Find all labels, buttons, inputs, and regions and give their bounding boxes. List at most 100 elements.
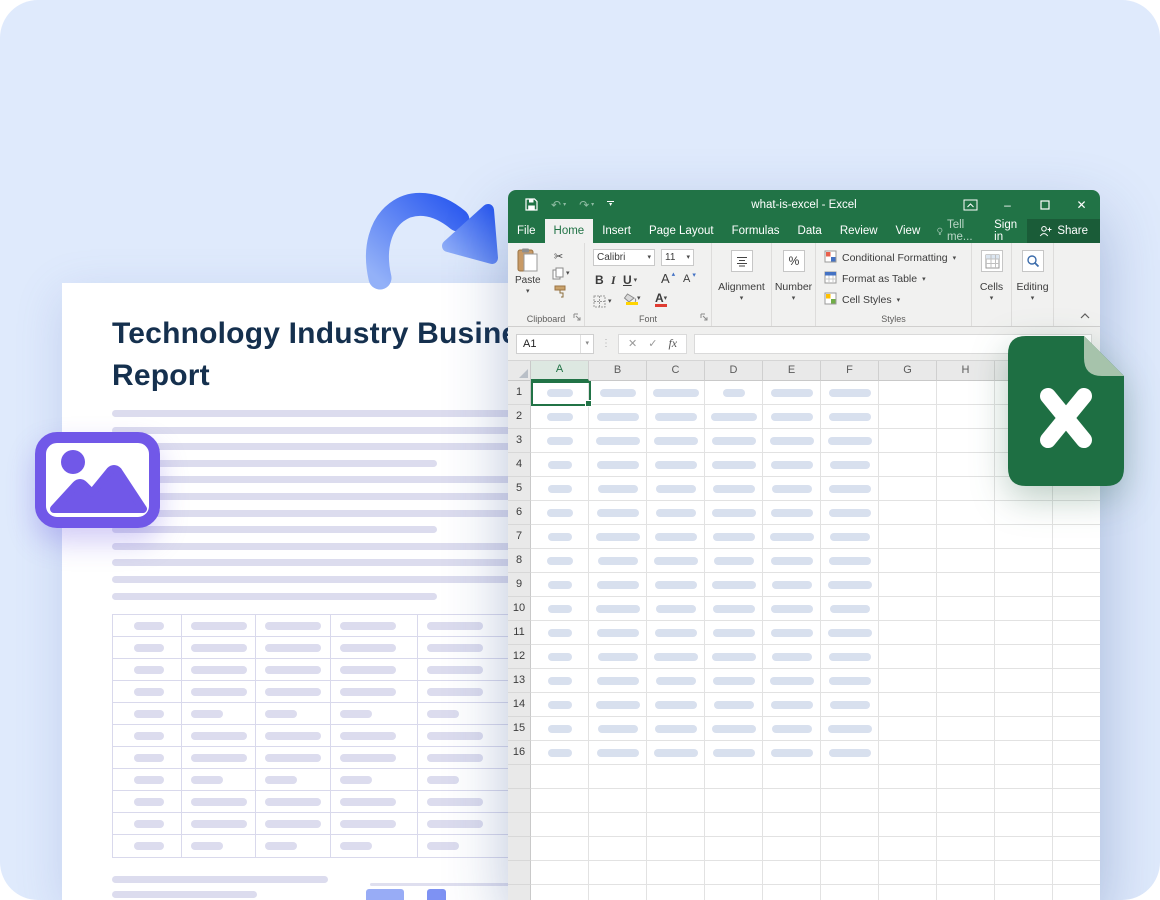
row-header-22[interactable] <box>508 885 531 900</box>
cell-D2[interactable] <box>705 405 763 429</box>
tab-home[interactable]: Home <box>545 219 594 243</box>
row-header-13[interactable]: 13 <box>508 669 531 693</box>
cell-E21[interactable] <box>763 861 821 885</box>
cell-A3[interactable] <box>531 429 589 453</box>
cell-B9[interactable] <box>589 573 647 597</box>
row-header-12[interactable]: 12 <box>508 645 531 669</box>
row-header-10[interactable]: 10 <box>508 597 531 621</box>
cell-F4[interactable] <box>821 453 879 477</box>
cell-J9[interactable] <box>1053 573 1100 597</box>
cell-F20[interactable] <box>821 837 879 861</box>
cell-E13[interactable] <box>763 669 821 693</box>
cell-B17[interactable] <box>589 765 647 789</box>
copy-button[interactable]: ▾ <box>552 267 570 280</box>
cell-B14[interactable] <box>589 693 647 717</box>
cell-B19[interactable] <box>589 813 647 837</box>
column-header-G[interactable]: G <box>879 361 937 381</box>
cell-F17[interactable] <box>821 765 879 789</box>
cell-C14[interactable] <box>647 693 705 717</box>
cell-I19[interactable] <box>995 813 1053 837</box>
font-color-button[interactable]: A▾ <box>655 291 667 307</box>
cell-H9[interactable] <box>937 573 995 597</box>
cut-button[interactable]: ✂ <box>554 250 563 263</box>
cell-E7[interactable] <box>763 525 821 549</box>
row-header-11[interactable]: 11 <box>508 621 531 645</box>
cell-F10[interactable] <box>821 597 879 621</box>
cell-F22[interactable] <box>821 885 879 900</box>
cell-B12[interactable] <box>589 645 647 669</box>
cell-I10[interactable] <box>995 597 1053 621</box>
cell-G1[interactable] <box>879 381 937 405</box>
cell-H22[interactable] <box>937 885 995 900</box>
column-header-F[interactable]: F <box>821 361 879 381</box>
row-header-9[interactable]: 9 <box>508 573 531 597</box>
row-header-15[interactable]: 15 <box>508 717 531 741</box>
cell-C1[interactable] <box>647 381 705 405</box>
cell-C16[interactable] <box>647 741 705 765</box>
cell-D11[interactable] <box>705 621 763 645</box>
cell-A8[interactable] <box>531 549 589 573</box>
cell-D21[interactable] <box>705 861 763 885</box>
cell-H16[interactable] <box>937 741 995 765</box>
underline-button[interactable]: U▾ <box>623 273 637 287</box>
shrink-font-button[interactable]: A▾ <box>683 273 696 285</box>
cell-A12[interactable] <box>531 645 589 669</box>
cell-I18[interactable] <box>995 789 1053 813</box>
cell-D4[interactable] <box>705 453 763 477</box>
column-header-D[interactable]: D <box>705 361 763 381</box>
number-format-button[interactable]: % <box>783 250 805 272</box>
cell-C21[interactable] <box>647 861 705 885</box>
cell-A18[interactable] <box>531 789 589 813</box>
cell-C4[interactable] <box>647 453 705 477</box>
cell-J16[interactable] <box>1053 741 1100 765</box>
cell-B18[interactable] <box>589 789 647 813</box>
cell-B20[interactable] <box>589 837 647 861</box>
tab-file[interactable]: File <box>508 219 545 243</box>
cell-B1[interactable] <box>589 381 647 405</box>
cell-A21[interactable] <box>531 861 589 885</box>
cells-button[interactable] <box>981 250 1003 272</box>
cell-B21[interactable] <box>589 861 647 885</box>
cell-B11[interactable] <box>589 621 647 645</box>
ribbon-display-options-icon[interactable] <box>952 190 989 219</box>
cell-C2[interactable] <box>647 405 705 429</box>
cell-G5[interactable] <box>879 477 937 501</box>
cell-H19[interactable] <box>937 813 995 837</box>
row-header-8[interactable]: 8 <box>508 549 531 573</box>
cell-D16[interactable] <box>705 741 763 765</box>
tab-review[interactable]: Review <box>831 219 887 243</box>
cell-E16[interactable] <box>763 741 821 765</box>
tab-page-layout[interactable]: Page Layout <box>640 219 723 243</box>
cell-F14[interactable] <box>821 693 879 717</box>
tab-view[interactable]: View <box>887 219 930 243</box>
cell-C20[interactable] <box>647 837 705 861</box>
cell-I9[interactable] <box>995 573 1053 597</box>
cell-J19[interactable] <box>1053 813 1100 837</box>
cell-F2[interactable] <box>821 405 879 429</box>
cell-A7[interactable] <box>531 525 589 549</box>
cell-D12[interactable] <box>705 645 763 669</box>
cell-F19[interactable] <box>821 813 879 837</box>
cell-J20[interactable] <box>1053 837 1100 861</box>
insert-function-icon[interactable]: fx <box>668 336 677 351</box>
cell-E15[interactable] <box>763 717 821 741</box>
row-header-19[interactable] <box>508 813 531 837</box>
tab-formulas[interactable]: Formulas <box>723 219 789 243</box>
cell-B8[interactable] <box>589 549 647 573</box>
cell-C22[interactable] <box>647 885 705 900</box>
cell-E2[interactable] <box>763 405 821 429</box>
cell-D7[interactable] <box>705 525 763 549</box>
cell-A20[interactable] <box>531 837 589 861</box>
cell-J6[interactable] <box>1053 501 1100 525</box>
cell-I21[interactable] <box>995 861 1053 885</box>
row-header-20[interactable] <box>508 837 531 861</box>
cell-A4[interactable] <box>531 453 589 477</box>
column-header-E[interactable]: E <box>763 361 821 381</box>
cell-J18[interactable] <box>1053 789 1100 813</box>
cell-F12[interactable] <box>821 645 879 669</box>
cell-J17[interactable] <box>1053 765 1100 789</box>
cell-B13[interactable] <box>589 669 647 693</box>
cell-I11[interactable] <box>995 621 1053 645</box>
cell-E18[interactable] <box>763 789 821 813</box>
paste-button[interactable]: Paste ▾ <box>515 248 541 295</box>
